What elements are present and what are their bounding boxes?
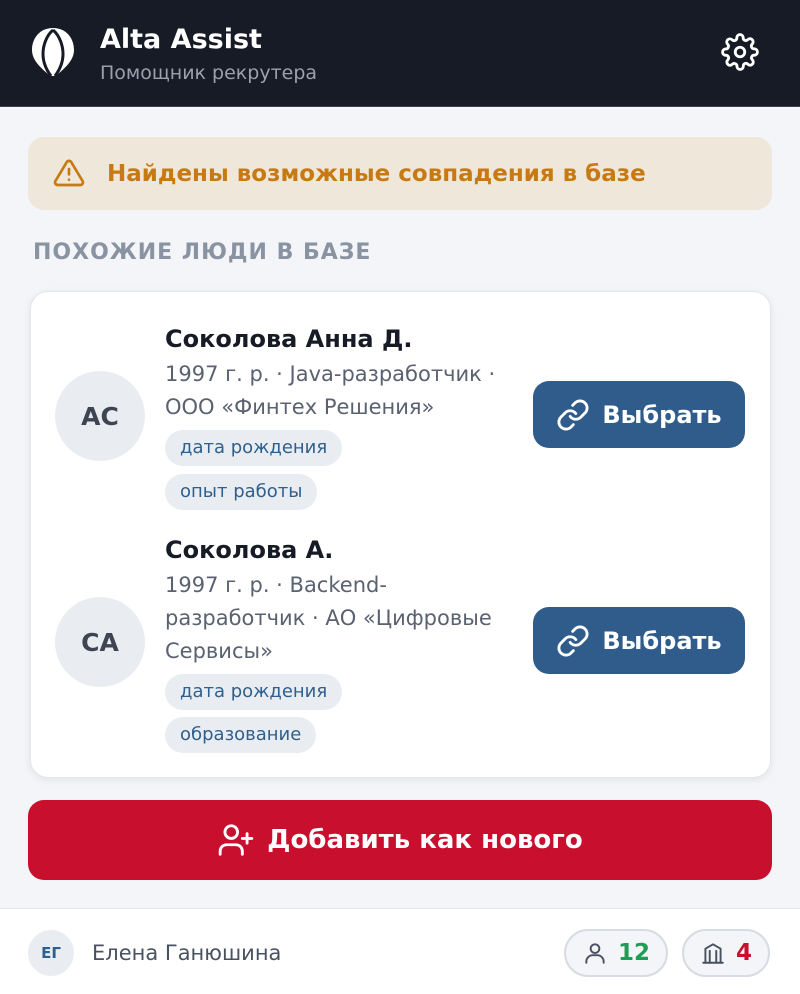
avatar: СА <box>55 597 145 687</box>
settings-button[interactable] <box>718 30 762 74</box>
match-details: 1997 г. р. · Backend-разработчик · АО «Ц… <box>165 573 492 663</box>
app-title: Alta Assist <box>100 24 262 55</box>
footer: ЕГ Елена Ганюшина 12 4 <box>0 908 800 994</box>
add-button-label: Добавить как нового <box>267 825 583 855</box>
alert-text: Найдены возможные совпадения в базе <box>107 161 646 187</box>
matches-card: АС Соколова Анна Д. 1997 г. р. · Java-ра… <box>30 291 771 778</box>
match-tag: дата рождения <box>165 674 343 710</box>
candidates-count: 12 <box>618 940 651 966</box>
match-details: 1997 г. р. · Java-разработчик · ООО «Фин… <box>165 362 496 419</box>
section-title: ПОХОЖИЕ ЛЮДИ В БАЗЕ <box>33 240 372 265</box>
avatar: АС <box>55 371 145 461</box>
match-name: Соколова Анна Д. <box>165 325 413 353</box>
link-icon <box>557 399 589 430</box>
match-item: СА Соколова А. 1997 г. р. · Backend-разр… <box>31 533 772 753</box>
gear-icon <box>721 33 759 71</box>
match-item: АС Соколова Анна Д. 1997 г. р. · Java-ра… <box>31 322 772 512</box>
user-plus-icon <box>219 824 254 856</box>
match-tag: опыт работы <box>165 474 318 510</box>
building-icon <box>702 943 724 964</box>
user-name: Елена Ганюшина <box>92 941 282 965</box>
candidates-count-pill[interactable]: 12 <box>564 929 669 977</box>
hot-air-balloon-logo <box>32 28 74 77</box>
match-tag: образование <box>165 717 317 753</box>
link-icon <box>557 625 589 656</box>
app-subtitle: Помощник рекрутера <box>100 62 318 84</box>
app-header: Alta Assist Помощник рекрутера <box>0 0 800 107</box>
warning-triangle-icon <box>53 159 85 187</box>
match-name: Соколова А. <box>165 536 334 564</box>
user-icon <box>585 943 605 964</box>
select-button-label: Выбрать <box>602 400 722 429</box>
companies-count: 4 <box>736 940 753 966</box>
select-match-button[interactable]: Выбрать <box>533 381 745 448</box>
match-tag: дата рождения <box>165 430 343 466</box>
user-avatar: ЕГ <box>28 930 74 976</box>
duplicates-alert: Найдены возможные совпадения в базе <box>28 137 772 210</box>
select-match-button[interactable]: Выбрать <box>533 607 745 674</box>
companies-count-pill[interactable]: 4 <box>682 929 771 977</box>
select-button-label: Выбрать <box>602 626 722 655</box>
add-as-new-button[interactable]: Добавить как нового <box>28 800 772 880</box>
